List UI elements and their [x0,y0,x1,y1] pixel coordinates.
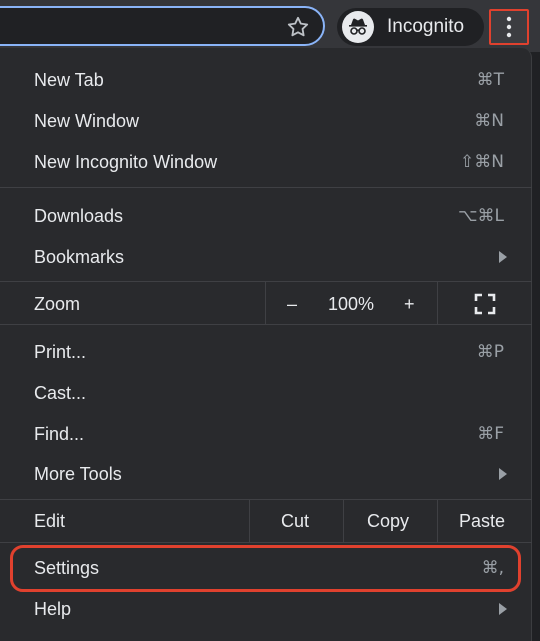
menu-item-shortcut: ⌥⌘L [457,206,504,226]
menu-item-cast[interactable]: Cast... [0,373,532,413]
browser-toolbar: Incognito [0,0,540,52]
menu-item-label: New Incognito Window [34,151,218,172]
menu-item-shortcut: ⌘T [476,70,504,90]
paste-button[interactable]: Paste [459,511,505,532]
menu-item-downloads[interactable]: Downloads ⌥⌘L [0,196,532,236]
menu-item-shortcut: ⌘F [477,424,504,444]
incognito-indicator[interactable]: Incognito [337,8,484,46]
zoom-in-button[interactable]: + [404,294,415,315]
copy-button[interactable]: Copy [367,511,409,532]
fullscreen-icon[interactable] [474,293,496,315]
menu-divider [0,499,532,500]
menu-item-label: Bookmarks [34,246,125,267]
edit-divider [343,500,344,542]
cut-button[interactable]: Cut [281,511,309,532]
menu-divider [0,281,532,282]
menu-item-label: Cast... [34,382,87,403]
menu-item-print[interactable]: Print... ⌘P [0,332,532,372]
menu-item-help[interactable]: Help [0,589,532,629]
menu-item-new-incognito-window[interactable]: New Incognito Window ⇧⌘N [0,142,532,182]
menu-item-edit: Edit [0,501,532,541]
incognito-label: Incognito [387,16,465,37]
zoom-level: 100% [328,294,375,314]
incognito-icon [342,11,374,43]
menu-item-new-tab[interactable]: New Tab ⌘T [0,60,532,100]
edit-divider [249,500,250,542]
menu-divider [0,187,532,188]
menu-item-find[interactable]: Find... ⌘F [0,414,532,454]
edit-label: Edit [34,510,66,531]
menu-item-label: Find... [34,423,85,444]
star-icon[interactable] [285,14,311,40]
menu-divider [0,324,532,325]
zoom-label: Zoom [34,293,81,314]
zoom-divider [265,282,266,324]
menu-item-label: Print... [34,341,87,362]
menu-item-label: More Tools [34,463,122,484]
zoom-divider [437,282,438,324]
submenu-arrow-icon [499,468,507,480]
address-bar[interactable] [0,6,325,46]
menu-item-label: Downloads [34,205,124,226]
more-vert-icon[interactable] [489,9,529,45]
menu-item-more-tools[interactable]: More Tools [0,454,532,494]
submenu-arrow-icon [499,603,507,615]
zoom-out-button[interactable]: – [287,294,297,315]
menu-item-shortcut: ⇧⌘N [460,152,504,172]
menu-item-shortcut: ⌘P [476,342,504,362]
settings-highlight-outline [10,545,521,592]
menu-item-label: New Window [34,110,140,131]
menu-item-zoom: Zoom [0,284,532,324]
menu-item-new-window[interactable]: New Window ⌘N [0,101,532,141]
submenu-arrow-icon [499,251,507,263]
menu-divider [0,542,532,543]
edit-divider [437,500,438,542]
menu-item-label: New Tab [34,69,104,90]
menu-item-shortcut: ⌘N [474,111,504,131]
menu-item-bookmarks[interactable]: Bookmarks [0,237,532,277]
menu-item-label: Help [34,598,72,619]
